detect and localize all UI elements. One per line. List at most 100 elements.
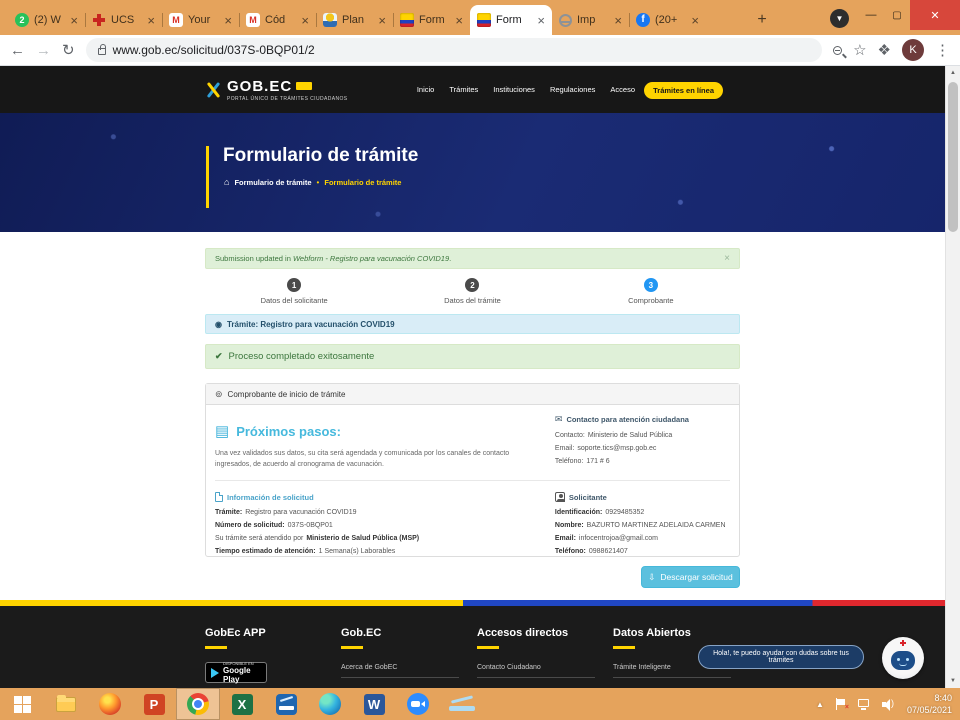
address-bar[interactable]: www.gob.ec/solicitud/037S-0BQP01/2 <box>86 38 823 62</box>
tab-planner[interactable]: Plan × <box>316 5 393 35</box>
close-icon[interactable]: × <box>537 14 545 27</box>
footer-title: GobEc APP <box>205 627 341 639</box>
download-icon: ⇩ <box>648 572 655 583</box>
next-steps-section: ▤ Próximos pasos: Una vez validados sus … <box>215 414 555 471</box>
close-icon[interactable]: × <box>70 14 78 27</box>
google-play-badge[interactable]: DISPONIBLE EN Google Play <box>205 662 267 683</box>
action-center-flag-icon[interactable]: × <box>835 698 847 710</box>
close-icon[interactable]: × <box>724 253 730 264</box>
powerpoint-icon: P <box>144 694 165 715</box>
close-icon[interactable]: × <box>301 14 309 27</box>
download-label: Descargar solicitud <box>660 572 732 582</box>
menu-icon[interactable]: ⋮ <box>935 43 950 58</box>
scanner-button[interactable] <box>440 688 484 720</box>
flag-stripe <box>0 600 945 606</box>
check-icon: ✔ <box>215 351 223 362</box>
excel-button[interactable]: X <box>220 688 264 720</box>
nav-tramites[interactable]: Trámites <box>449 85 478 94</box>
download-solicitud-button[interactable]: ⇩ Descargar solicitud <box>641 566 740 588</box>
footer-title: Gob.EC <box>341 627 477 639</box>
network-icon[interactable] <box>858 699 871 710</box>
scroll-up-icon[interactable]: ▲ <box>946 66 960 80</box>
extensions-icon[interactable]: ❖ <box>878 43 891 58</box>
start-button[interactable] <box>0 688 44 720</box>
forward-icon[interactable]: → <box>36 43 51 58</box>
zoom-app-icon <box>407 693 429 715</box>
solicitante-line: Teléfono:0988621407 <box>555 548 730 555</box>
edge-button[interactable] <box>308 688 352 720</box>
nav-regulaciones[interactable]: Regulaciones <box>550 85 595 94</box>
tramites-en-linea-button[interactable]: Trámites en línea <box>644 82 723 99</box>
contact-section: ✉ Contacto para atención ciudadana Conta… <box>555 414 730 471</box>
tab-gmail-2[interactable]: M Cód × <box>239 5 316 35</box>
solicitante-line: Identificación:0929485352 <box>555 509 730 516</box>
contact-title: Contacto para atención ciudadana <box>566 415 689 424</box>
chatbot-avatar[interactable] <box>882 637 924 679</box>
new-tab-button[interactable]: + <box>750 8 774 32</box>
page-scrollbar[interactable]: ▲ ▼ <box>945 66 960 688</box>
powerpoint-button[interactable]: P <box>132 688 176 720</box>
chatbot-message[interactable]: Hola!, te puedo ayudar con dudas sobre t… <box>698 645 864 669</box>
success-bar: ✔ Proceso completado exitosamente <box>205 344 740 369</box>
tab-form-1[interactable]: Form × <box>393 5 470 35</box>
alert-text: Submission updated in Webform - Registro… <box>215 254 451 263</box>
globe-icon <box>559 14 572 27</box>
reload-icon[interactable]: ↻ <box>62 43 75 58</box>
close-icon[interactable]: × <box>614 14 622 27</box>
tab-facebook[interactable]: f (20+ × <box>629 5 706 35</box>
close-window-button[interactable]: ✕ <box>910 0 960 30</box>
zoom-out-icon[interactable] <box>833 46 842 55</box>
scan-app-icon <box>276 694 297 715</box>
minimize-button[interactable]: — <box>858 0 884 30</box>
firefox-button[interactable] <box>88 688 132 720</box>
tab-title: UCS <box>111 14 142 26</box>
site-footer: GobEc APP DISPONIBLE EN Google Play Gob.… <box>0 600 945 688</box>
tab-whatsapp[interactable]: 2 (2) W × <box>8 5 85 35</box>
bookmark-star-icon[interactable]: ☆ <box>853 43 866 58</box>
url-text[interactable]: www.gob.ec/solicitud/037S-0BQP01/2 <box>113 43 315 57</box>
chrome-icon <box>187 693 209 715</box>
scrollbar-thumb[interactable] <box>948 82 958 232</box>
footer-underline <box>613 646 635 649</box>
breadcrumb-item[interactable]: Formulario de trámite <box>234 178 311 187</box>
file-explorer-button[interactable] <box>44 688 88 720</box>
next-steps-body: Una vez validados sus datos, su cita ser… <box>215 448 541 470</box>
excel-icon: X <box>232 694 253 715</box>
tab-search-button[interactable]: ▼ <box>830 9 849 28</box>
close-icon[interactable]: × <box>691 14 699 27</box>
nav-inicio[interactable]: Inicio <box>417 85 435 94</box>
nav-instituciones[interactable]: Instituciones <box>493 85 535 94</box>
volume-icon[interactable]: ) <box>882 698 896 710</box>
word-button[interactable]: W <box>352 688 396 720</box>
zoom-app-button[interactable] <box>396 688 440 720</box>
tab-imp[interactable]: Imp × <box>552 5 629 35</box>
footer-link-contacto[interactable]: Contacto Ciudadano <box>477 664 595 678</box>
tab-ucsg[interactable]: UCS × <box>85 5 162 35</box>
nav-acceso[interactable]: Acceso <box>610 85 635 94</box>
home-icon[interactable]: ⌂ <box>224 177 229 187</box>
back-icon[interactable]: ← <box>10 43 25 58</box>
logo-title: GOB.EC <box>227 78 292 95</box>
footer-link-acerca[interactable]: Acerca de GobEC <box>341 664 459 678</box>
maximize-button[interactable]: ▢ <box>884 0 910 30</box>
eye-icon: ◉ <box>215 320 222 329</box>
gobec-logo[interactable]: GOB.EC PORTAL ÚNICO DE TRÁMITES CIUDADAN… <box>205 78 348 102</box>
close-icon[interactable]: × <box>455 14 463 27</box>
close-icon[interactable]: × <box>224 14 232 27</box>
panel-row-1: ▤ Próximos pasos: Una vez validados sus … <box>206 405 739 478</box>
tray-chevron-icon[interactable]: ▲ <box>816 700 824 709</box>
scan-app-button[interactable] <box>264 688 308 720</box>
tab-form-active[interactable]: Form × <box>470 5 552 35</box>
footer-title: Accesos directos <box>477 627 613 639</box>
firefox-icon <box>99 693 121 715</box>
chrome-button[interactable] <box>176 688 220 720</box>
scroll-down-icon[interactable]: ▼ <box>946 674 960 688</box>
close-icon[interactable]: × <box>147 14 155 27</box>
tab-gmail-1[interactable]: M Your × <box>162 5 239 35</box>
tab-title: Imp <box>577 14 609 26</box>
close-icon[interactable]: × <box>378 14 386 27</box>
taskbar-clock[interactable]: 8:40 07/05/2021 <box>907 692 952 716</box>
play-icon <box>211 668 219 678</box>
profile-avatar[interactable]: K <box>902 39 924 61</box>
solicitud-line: Su trámite será atendido porMinisterio d… <box>215 535 541 542</box>
